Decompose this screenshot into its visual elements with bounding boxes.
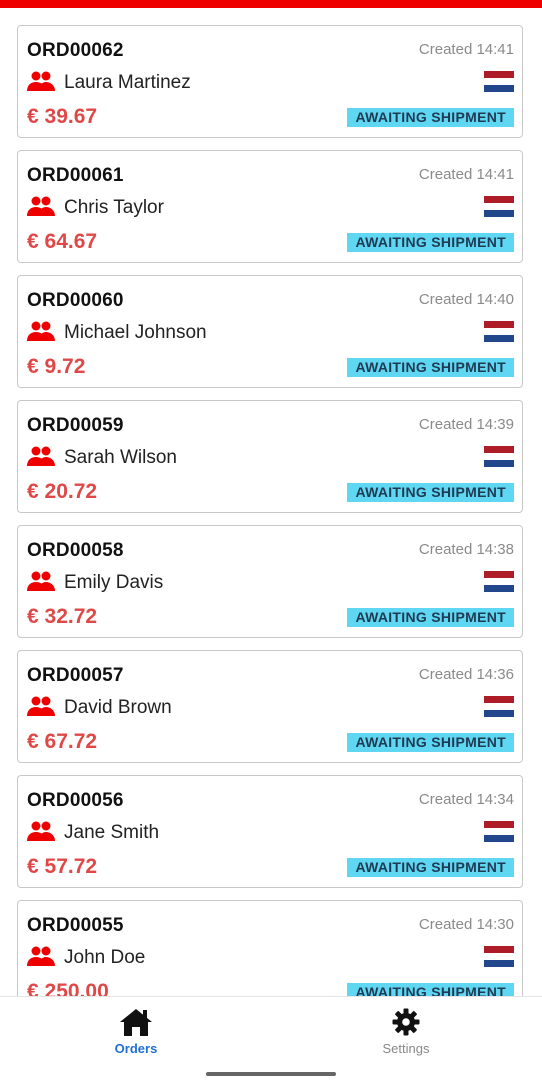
order-card[interactable]: ORD00056 Created 14:34 Jane Smith € 57.7…: [17, 775, 523, 888]
created-time: Created 14:36: [418, 666, 514, 683]
users-icon: [27, 821, 55, 841]
customer-name: Sarah Wilson: [64, 447, 177, 468]
created-time: Created 14:40: [418, 291, 514, 308]
users-icon: [27, 696, 55, 716]
customer-name: Laura Martinez: [64, 72, 191, 93]
customer-name: Chris Taylor: [64, 197, 164, 218]
order-card[interactable]: ORD00058 Created 14:38 Emily Davis € 32.…: [17, 525, 523, 638]
order-card[interactable]: ORD00059 Created 14:39 Sarah Wilson € 20…: [17, 400, 523, 513]
status-badge: AWAITING SHIPMENT: [347, 358, 514, 377]
status-badge: AWAITING SHIPMENT: [347, 983, 514, 996]
customer-name: David Brown: [64, 697, 172, 718]
order-price: € 57.72: [27, 855, 98, 878]
customer-name: Jane Smith: [64, 822, 160, 843]
customer-name: Emily Davis: [64, 572, 164, 593]
customer-name: John Doe: [64, 947, 146, 968]
netherlands-flag-icon: [484, 571, 514, 592]
order-price: € 250.00: [27, 980, 109, 996]
created-time: Created 14:34: [418, 791, 514, 808]
created-time: Created 14:38: [418, 541, 514, 558]
netherlands-flag-icon: [484, 321, 514, 342]
top-accent-bar: [0, 0, 542, 8]
netherlands-flag-icon: [484, 71, 514, 92]
order-price: € 20.72: [27, 480, 98, 503]
tab-orders[interactable]: Orders: [76, 1007, 196, 1056]
order-price: € 32.72: [27, 605, 98, 628]
users-icon: [27, 946, 55, 966]
order-id: ORD00062: [27, 40, 124, 61]
status-badge: AWAITING SHIPMENT: [347, 733, 514, 752]
home-icon: [120, 1009, 152, 1036]
orders-list[interactable]: ORD00062 Created 14:41 Laura Martinez € …: [0, 8, 542, 996]
users-icon: [27, 321, 55, 341]
created-time: Created 14:30: [418, 916, 514, 933]
status-badge: AWAITING SHIPMENT: [347, 233, 514, 252]
status-badge: AWAITING SHIPMENT: [347, 858, 514, 877]
order-id: ORD00056: [27, 790, 124, 811]
order-price: € 9.72: [27, 355, 86, 378]
tab-orders-label: Orders: [114, 1041, 158, 1056]
order-id: ORD00058: [27, 540, 124, 561]
customer-name: Michael Johnson: [64, 322, 207, 343]
order-card[interactable]: ORD00055 Created 14:30 John Doe € 250.00…: [17, 900, 523, 996]
home-indicator[interactable]: [206, 1072, 336, 1076]
netherlands-flag-icon: [484, 696, 514, 717]
gear-icon: [392, 1008, 420, 1036]
netherlands-flag-icon: [484, 196, 514, 217]
status-badge: AWAITING SHIPMENT: [347, 483, 514, 502]
tab-settings-label: Settings: [382, 1041, 430, 1056]
order-id: ORD00055: [27, 915, 124, 936]
order-card[interactable]: ORD00057 Created 14:36 David Brown € 67.…: [17, 650, 523, 763]
created-time: Created 14:41: [418, 166, 514, 183]
order-card[interactable]: ORD00060 Created 14:40 Michael Johnson €…: [17, 275, 523, 388]
order-id: ORD00057: [27, 665, 124, 686]
order-card[interactable]: ORD00061 Created 14:41 Chris Taylor € 64…: [17, 150, 523, 263]
order-price: € 64.67: [27, 230, 98, 253]
users-icon: [27, 71, 55, 91]
order-price: € 39.67: [27, 105, 98, 128]
netherlands-flag-icon: [484, 946, 514, 967]
order-price: € 67.72: [27, 730, 98, 753]
status-badge: AWAITING SHIPMENT: [347, 108, 514, 127]
order-id: ORD00061: [27, 165, 124, 186]
status-badge: AWAITING SHIPMENT: [347, 608, 514, 627]
created-time: Created 14:39: [418, 416, 514, 433]
netherlands-flag-icon: [484, 446, 514, 467]
tab-settings[interactable]: Settings: [346, 1007, 466, 1056]
order-id: ORD00059: [27, 415, 124, 436]
users-icon: [27, 196, 55, 216]
users-icon: [27, 446, 55, 466]
order-id: ORD00060: [27, 290, 124, 311]
netherlands-flag-icon: [484, 821, 514, 842]
order-card[interactable]: ORD00062 Created 14:41 Laura Martinez € …: [17, 25, 523, 138]
users-icon: [27, 571, 55, 591]
created-time: Created 14:41: [418, 41, 514, 58]
